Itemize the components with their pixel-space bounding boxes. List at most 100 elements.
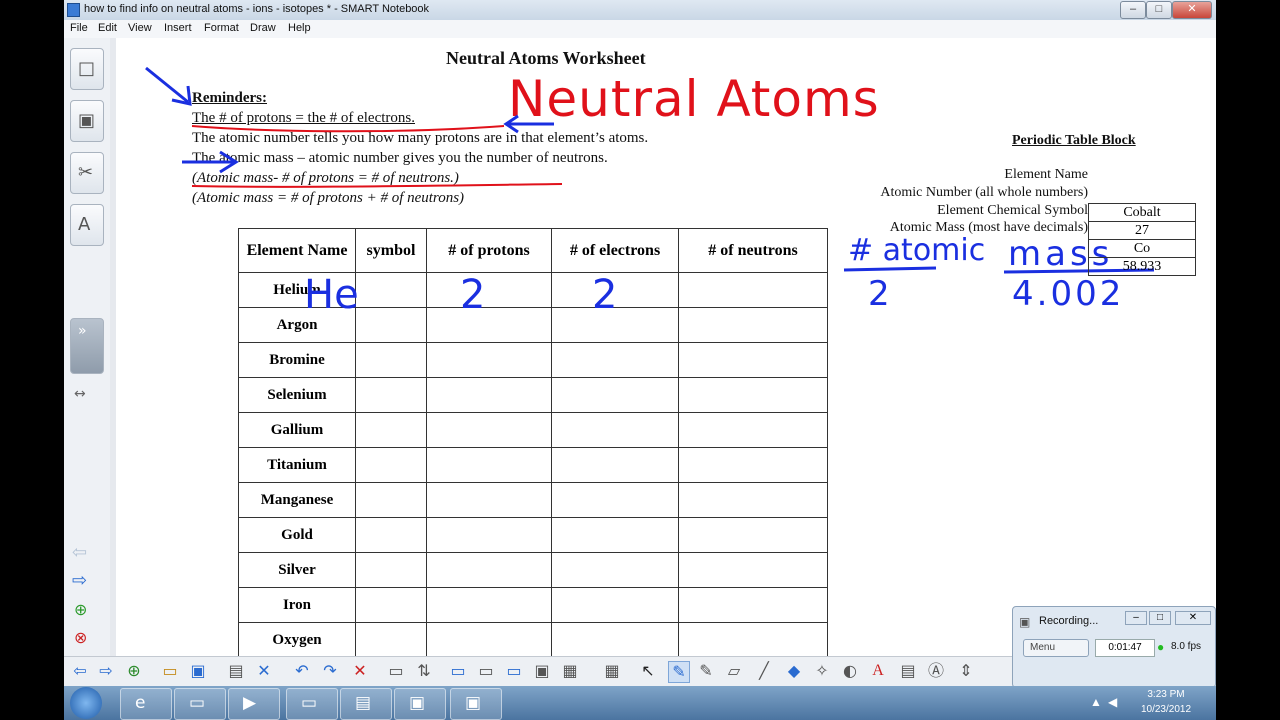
maximize-button[interactable]: □: [1146, 1, 1172, 19]
table-icon[interactable]: ▦: [602, 661, 622, 681]
move-toolbar-icon[interactable]: ⇕: [956, 661, 976, 681]
cell-neutrons[interactable]: [678, 412, 828, 448]
cell-protons[interactable]: [426, 517, 552, 553]
cell-symbol[interactable]: [355, 342, 427, 378]
delete-icon[interactable]: ✕: [254, 661, 274, 681]
start-button[interactable]: [70, 687, 102, 719]
insert-table-icon[interactable]: ▦: [560, 661, 580, 681]
cell-protons[interactable]: [426, 342, 552, 378]
cell-neutrons[interactable]: [678, 447, 828, 483]
clock-time[interactable]: 3:23 PM: [1136, 689, 1196, 700]
document-camera-icon[interactable]: ▭: [504, 661, 524, 681]
cell-electrons[interactable]: [551, 517, 679, 553]
taskbar-app-5[interactable]: ▤: [340, 688, 392, 720]
minimize-button[interactable]: –: [1120, 1, 1146, 19]
menu-view[interactable]: View: [128, 22, 152, 34]
display-icon[interactable]: ▭: [448, 661, 468, 681]
cell-symbol[interactable]: [355, 412, 427, 448]
cell-symbol[interactable]: [355, 447, 427, 483]
attachments-tab[interactable]: ✂: [70, 152, 104, 194]
volume-icon[interactable]: ◀: [1108, 695, 1117, 709]
cell-symbol[interactable]: [355, 552, 427, 588]
cell-symbol[interactable]: [355, 587, 427, 623]
cell-neutrons[interactable]: [678, 622, 828, 658]
resize-arrows-icon[interactable]: ↔: [74, 386, 86, 402]
cell-neutrons[interactable]: [678, 552, 828, 588]
show-hidden-icons[interactable]: ▲: [1090, 695, 1102, 709]
menu-help[interactable]: Help: [288, 22, 311, 34]
cell-symbol[interactable]: [355, 517, 427, 553]
cell-symbol[interactable]: [355, 622, 427, 658]
cell-electrons[interactable]: [551, 377, 679, 413]
pointer-tool-icon[interactable]: ⇅: [414, 661, 434, 681]
cell-electrons[interactable]: [551, 552, 679, 588]
cell-electrons[interactable]: [551, 587, 679, 623]
cell-electrons[interactable]: [551, 622, 679, 658]
select-arrow-icon[interactable]: ↖: [638, 661, 658, 681]
menu-insert[interactable]: Insert: [164, 22, 192, 34]
capture-icon[interactable]: ▣: [532, 661, 552, 681]
taskbar-camera[interactable]: ▣: [450, 688, 502, 720]
cell-neutrons[interactable]: [678, 482, 828, 518]
title-bar[interactable]: how to find info on neutral atoms - ions…: [64, 0, 1216, 21]
cell-neutrons[interactable]: [678, 587, 828, 623]
menu-edit[interactable]: Edit: [98, 22, 117, 34]
line-icon[interactable]: ╱: [754, 661, 774, 681]
clock-date[interactable]: 10/23/2012: [1132, 704, 1200, 715]
save-icon[interactable]: ▣: [188, 661, 208, 681]
menu-file[interactable]: File: [70, 22, 88, 34]
cell-symbol[interactable]: [355, 377, 427, 413]
back-arrow-icon[interactable]: ⇦: [70, 661, 90, 681]
menu-format[interactable]: Format: [204, 22, 239, 34]
menu-draw[interactable]: Draw: [250, 22, 276, 34]
fill-icon[interactable]: ◐: [840, 661, 860, 681]
cell-electrons[interactable]: [551, 412, 679, 448]
cell-protons[interactable]: [426, 447, 552, 483]
redo-icon[interactable]: ↷: [320, 661, 340, 681]
monitor-icon[interactable]: ▭: [476, 661, 496, 681]
forward-arrow-icon[interactable]: ⇨: [96, 661, 116, 681]
cell-protons[interactable]: [426, 587, 552, 623]
cell-protons[interactable]: [426, 622, 552, 658]
taskbar-smart-notebook[interactable]: ▣: [394, 688, 446, 720]
recorder-menu-button[interactable]: Menu: [1023, 639, 1089, 657]
next-page-icon[interactable]: ⇨: [72, 570, 87, 591]
eraser-icon[interactable]: ▱: [724, 661, 744, 681]
screen-shade-icon[interactable]: ▭: [386, 661, 406, 681]
clear-icon[interactable]: ✕: [350, 661, 370, 681]
shapes-icon[interactable]: ◆: [784, 661, 804, 681]
undo-icon[interactable]: ↶: [292, 661, 312, 681]
pen-icon[interactable]: ✎: [668, 661, 690, 683]
open-folder-icon[interactable]: ▭: [160, 661, 180, 681]
properties-tab[interactable]: A: [70, 204, 104, 246]
cell-protons[interactable]: [426, 377, 552, 413]
recorder-restore-button[interactable]: □: [1149, 611, 1171, 625]
creative-pen-icon[interactable]: ✎: [696, 661, 716, 681]
page-scrollbar[interactable]: [110, 38, 116, 656]
properties-icon[interactable]: ▤: [898, 661, 918, 681]
cell-neutrons[interactable]: [678, 517, 828, 553]
add-page-icon[interactable]: ⊕: [74, 600, 87, 620]
cell-protons[interactable]: [426, 412, 552, 448]
text-icon[interactable]: A: [868, 661, 888, 681]
taskbar-app-4[interactable]: ▭: [286, 688, 338, 720]
cell-symbol[interactable]: [355, 482, 427, 518]
recorder-close-button[interactable]: ✕: [1175, 611, 1211, 625]
notebook-page[interactable]: Neutral Atoms Worksheet Reminders: The #…: [116, 38, 1216, 658]
cell-protons[interactable]: [426, 482, 552, 518]
cell-electrons[interactable]: [551, 342, 679, 378]
cell-electrons[interactable]: [551, 447, 679, 483]
paste-icon[interactable]: ▤: [226, 661, 246, 681]
gallery-tab[interactable]: ▣: [70, 100, 104, 142]
cell-electrons[interactable]: [551, 482, 679, 518]
recorder-minimize-button[interactable]: –: [1125, 611, 1147, 625]
add-page-icon[interactable]: ⊕: [124, 661, 144, 681]
close-button[interactable]: ✕: [1172, 1, 1212, 19]
page-sorter-tab[interactable]: □: [70, 48, 104, 90]
cell-protons[interactable]: [426, 552, 552, 588]
magic-pen-icon[interactable]: ✧: [812, 661, 832, 681]
taskbar-internet-explorer[interactable]: e: [120, 688, 172, 720]
cell-neutrons[interactable]: [678, 377, 828, 413]
recognize-icon[interactable]: Ⓐ: [926, 661, 946, 681]
previous-page-icon[interactable]: ⇦: [72, 542, 87, 563]
